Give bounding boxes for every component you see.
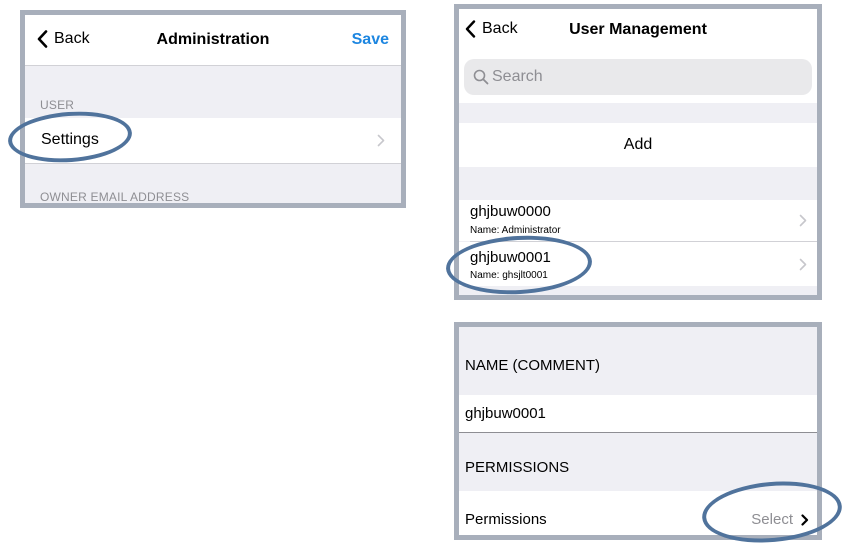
user-detail-panel: NAME (COMMENT) ghjbuw0001 PERMISSIONS Pe… — [454, 322, 822, 540]
page-title: User Management — [569, 21, 707, 38]
user-section-header: USER — [40, 98, 75, 112]
chevron-right-icon — [799, 214, 807, 227]
add-button[interactable]: Add — [459, 123, 817, 167]
search-placeholder: Search — [492, 68, 543, 85]
search-input[interactable]: Search — [464, 59, 812, 95]
permissions-label: Permissions — [465, 511, 547, 528]
permissions-section-header: PERMISSIONS — [459, 433, 817, 491]
user-id: ghjbuw0000 — [470, 203, 551, 220]
list-item[interactable]: ghjbuw0001 Name: ghsjlt0001 — [459, 242, 817, 286]
name-section-header: NAME (COMMENT) — [459, 327, 817, 395]
administration-panel: Back Administration Save USER Settings O… — [20, 10, 406, 208]
chevron-right-icon — [801, 513, 809, 526]
save-button[interactable]: Save — [352, 31, 389, 49]
row-divider — [25, 163, 401, 164]
permissions-header-label: PERMISSIONS — [465, 459, 570, 476]
name-field[interactable]: ghjbuw0001 — [459, 395, 817, 433]
name-field-value: ghjbuw0001 — [465, 405, 546, 422]
settings-row[interactable]: Settings — [25, 118, 401, 163]
settings-label: Settings — [41, 131, 99, 148]
user-management-panel: Back User Management Search Add ghjbuw00… — [454, 4, 822, 300]
permissions-select[interactable]: Select — [751, 511, 809, 528]
add-label: Add — [623, 136, 653, 153]
search-icon — [473, 69, 489, 85]
permissions-row[interactable]: Permissions Select — [459, 491, 817, 535]
user-mgmt-navbar: Back User Management — [459, 9, 817, 51]
page-title: Administration — [156, 31, 270, 48]
navbar-divider — [25, 65, 401, 66]
name-header-label: NAME (COMMENT) — [465, 357, 600, 374]
list-item[interactable]: ghjbuw0000 Name: Administrator — [459, 200, 817, 241]
owner-email-header: OWNER EMAIL ADDRESS — [40, 190, 190, 204]
user-name: Name: ghsjlt0001 — [470, 270, 548, 281]
chevron-right-icon — [799, 258, 807, 271]
chevron-right-icon — [377, 134, 385, 147]
permissions-select-value: Select — [751, 511, 793, 528]
user-name: Name: Administrator — [470, 225, 561, 236]
admin-navbar: Back Administration Save — [25, 15, 401, 65]
user-id: ghjbuw0001 — [470, 249, 551, 266]
search-bar-container: Search — [459, 51, 817, 103]
